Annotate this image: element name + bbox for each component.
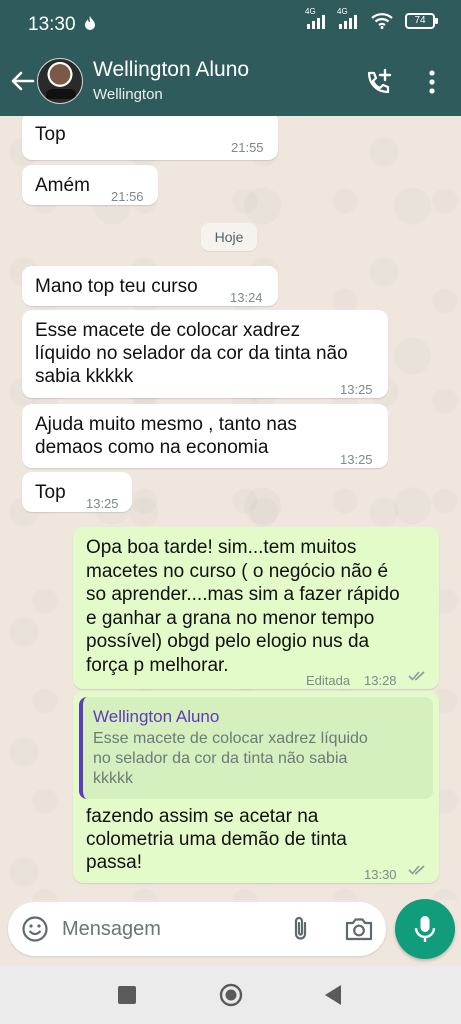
quote-author: Wellington Aluno bbox=[93, 707, 220, 726]
quote-text: Esse macete de colocar xadrez líquido no… bbox=[93, 730, 368, 787]
mic-icon bbox=[414, 916, 436, 942]
battery-indicator: 74 bbox=[405, 13, 438, 29]
message-text: Mano top teu curso bbox=[35, 276, 198, 297]
camera-icon[interactable] bbox=[344, 916, 374, 942]
flame-icon bbox=[85, 16, 95, 30]
message-bubble[interactable]: Ajuda muito mesmo , tanto nas demaos com… bbox=[22, 404, 388, 468]
status-time: 13:30 bbox=[28, 14, 76, 35]
signal-icon: 4G bbox=[305, 7, 325, 29]
chat-header: Wellington Aluno Wellington bbox=[0, 48, 461, 116]
message-text: Amém bbox=[35, 175, 90, 196]
add-call-icon[interactable] bbox=[364, 67, 394, 97]
message-bubble[interactable]: Top 21:55 bbox=[22, 116, 278, 160]
message-text: Opa boa tarde! sim...tem muitos macetes … bbox=[86, 537, 400, 676]
contact-subtitle[interactable]: Wellington bbox=[93, 86, 163, 103]
message-bubble[interactable]: Mano top teu curso 13:24 bbox=[22, 266, 278, 306]
status-bar: 13:30 4G 4G 74 bbox=[0, 0, 461, 48]
mic-button[interactable] bbox=[395, 899, 455, 959]
system-nav-bar bbox=[0, 966, 461, 1024]
quoted-message[interactable]: Wellington Aluno Esse macete de colocar … bbox=[79, 697, 433, 799]
nav-back-icon[interactable] bbox=[323, 984, 343, 1006]
attach-icon[interactable] bbox=[288, 915, 314, 943]
home-icon[interactable] bbox=[219, 983, 243, 1007]
message-bubble[interactable]: Esse macete de colocar xadrez líquido no… bbox=[22, 310, 388, 398]
message-time: 13:25 bbox=[340, 452, 373, 467]
edited-label: Editada bbox=[306, 673, 351, 688]
message-composer bbox=[8, 902, 386, 956]
message-text: Esse macete de colocar xadrez líquido no… bbox=[35, 320, 348, 387]
double-check-icon bbox=[408, 865, 425, 875]
message-time: 13:25 bbox=[86, 496, 119, 511]
message-text: Top bbox=[35, 124, 66, 145]
message-time: 21:56 bbox=[111, 189, 144, 204]
chat-area[interactable]: Top 21:55 Amém 21:56 Hoje Mano top teu c… bbox=[0, 116, 461, 900]
signal-icon: 4G bbox=[337, 7, 357, 29]
message-time: 13:24 bbox=[230, 290, 263, 305]
message-text: Ajuda muito mesmo , tanto nas demaos com… bbox=[35, 414, 297, 458]
status-icons: 4G 4G 74 bbox=[305, 7, 438, 29]
wifi-icon bbox=[371, 13, 393, 29]
message-text: fazendo assim se acetar na colometria um… bbox=[86, 806, 347, 873]
message-bubble[interactable]: Wellington Aluno Esse macete de colocar … bbox=[73, 691, 439, 883]
more-vert-icon[interactable] bbox=[420, 68, 444, 96]
double-check-icon bbox=[408, 671, 425, 681]
recents-icon[interactable] bbox=[118, 986, 136, 1004]
date-chip: Hoje bbox=[201, 223, 257, 251]
message-time: 13:28 bbox=[364, 673, 397, 688]
avatar[interactable] bbox=[37, 58, 83, 104]
emoji-icon[interactable] bbox=[21, 915, 49, 943]
message-bubble[interactable]: Opa boa tarde! sim...tem muitos macetes … bbox=[73, 527, 439, 689]
back-arrow-icon[interactable] bbox=[8, 66, 38, 96]
message-text: Top bbox=[35, 482, 66, 503]
contact-name[interactable]: Wellington Aluno bbox=[93, 58, 249, 82]
message-time: 21:55 bbox=[231, 140, 264, 155]
message-bubble[interactable]: Top 13:25 bbox=[22, 472, 132, 512]
message-bubble[interactable]: Amém 21:56 bbox=[22, 165, 158, 205]
message-input[interactable] bbox=[62, 914, 272, 944]
message-time: 13:25 bbox=[340, 382, 373, 397]
message-time: 13:30 bbox=[364, 867, 397, 882]
